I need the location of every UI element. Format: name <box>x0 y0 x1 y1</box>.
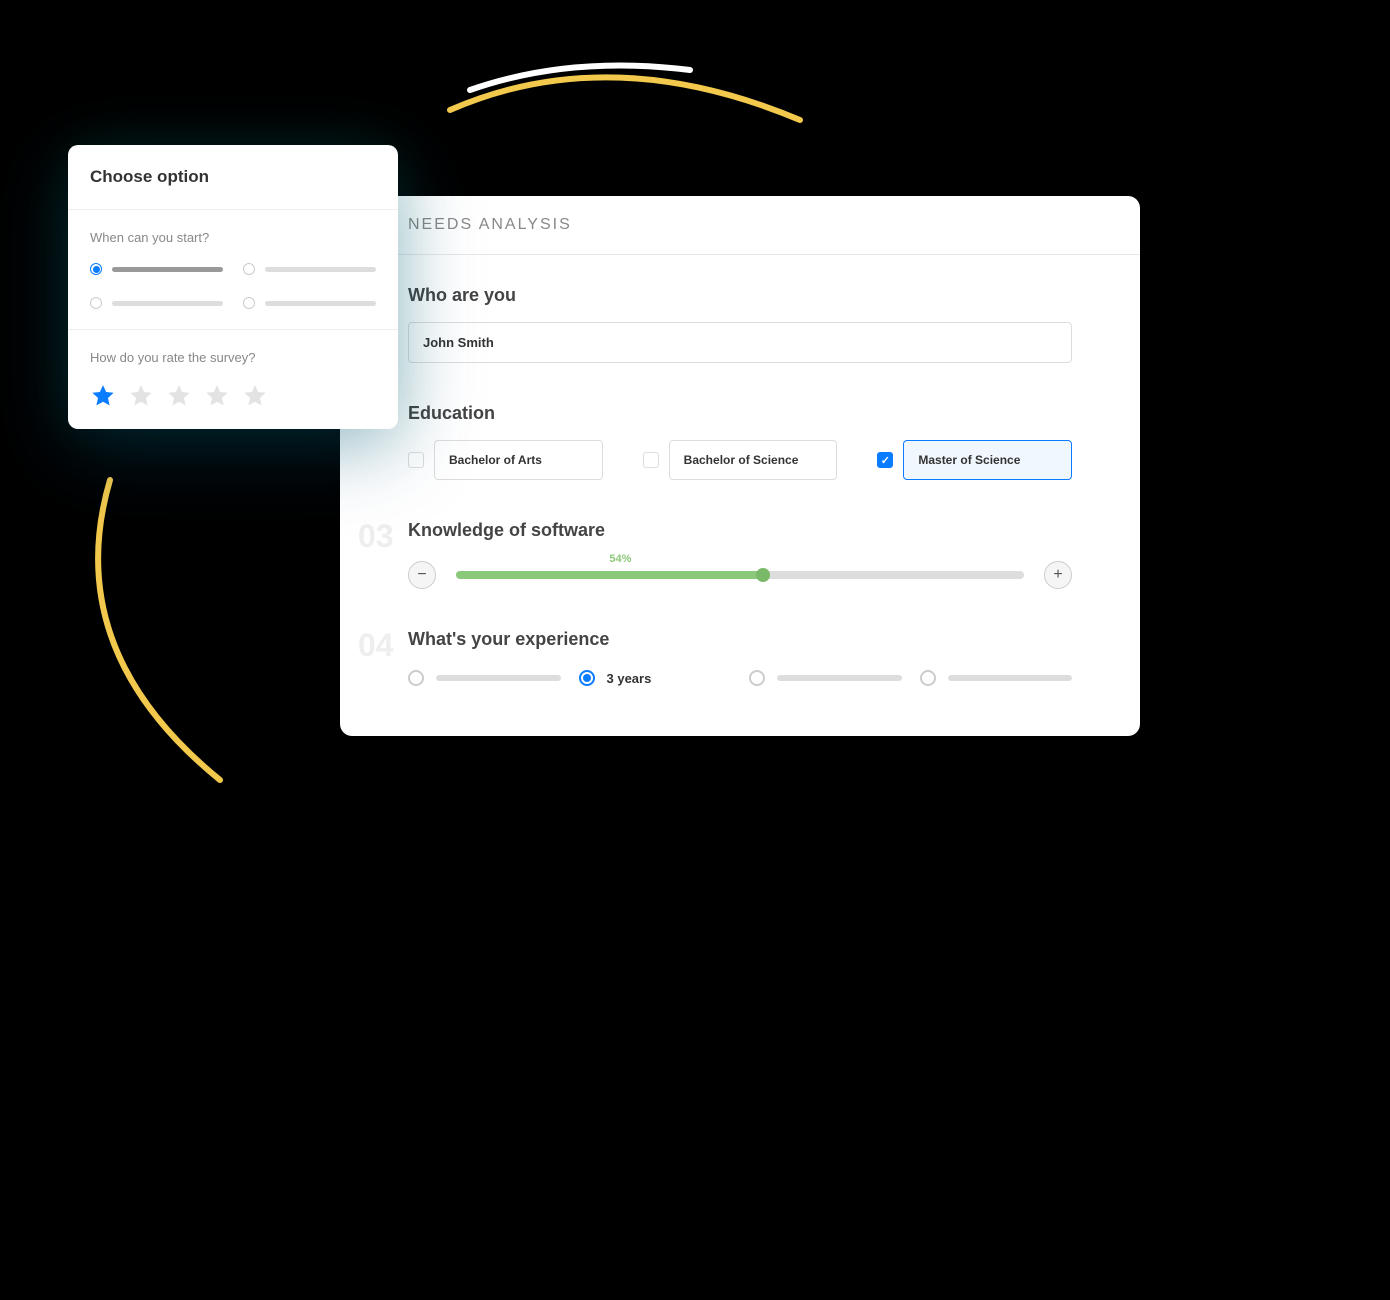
checkbox-icon <box>643 452 659 468</box>
radio-icon <box>408 670 424 686</box>
experience-label: 3 years <box>607 671 652 686</box>
section-title-who: Who are you <box>408 285 1072 306</box>
checkbox-icon <box>408 452 424 468</box>
education-label: Bachelor of Science <box>669 440 838 480</box>
placeholder-bar <box>112 301 223 306</box>
section-number: 03 <box>358 518 394 555</box>
radio-icon <box>243 297 255 309</box>
radio-icon <box>579 670 595 686</box>
checkbox-icon <box>877 452 893 468</box>
experience-option[interactable] <box>920 670 1073 686</box>
section-title-education: Education <box>408 403 1072 424</box>
section-title-software: Knowledge of software <box>408 520 1072 541</box>
slider-fill <box>456 571 763 579</box>
card-question-rating: How do you rate the survey? <box>68 330 398 429</box>
slider-value-label: 54% <box>609 553 631 565</box>
star-icon[interactable] <box>204 383 230 409</box>
education-label: Master of Science <box>903 440 1072 480</box>
placeholder-bar <box>948 675 1073 681</box>
start-option[interactable] <box>90 297 223 309</box>
panel-header: NEEDS ANALYSIS <box>340 196 1140 255</box>
star-icon[interactable] <box>166 383 192 409</box>
star-icon[interactable] <box>242 383 268 409</box>
start-option[interactable] <box>243 297 376 309</box>
section-education: Education Bachelor of Arts Bachelor of S… <box>340 373 1140 490</box>
star-rating <box>90 383 376 409</box>
experience-option[interactable] <box>408 670 561 686</box>
radio-icon <box>749 670 765 686</box>
section-number: 04 <box>358 627 394 664</box>
section-who: Who are you John Smith <box>340 255 1140 373</box>
placeholder-bar <box>265 301 376 306</box>
question-text: How do you rate the survey? <box>90 350 376 365</box>
star-icon[interactable] <box>128 383 154 409</box>
section-title-experience: What's your experience <box>408 629 1072 650</box>
start-option[interactable] <box>90 263 223 275</box>
section-software: 03 Knowledge of software − 54% + <box>340 490 1140 599</box>
slider-track <box>456 571 1024 579</box>
experience-option[interactable] <box>749 670 902 686</box>
education-label: Bachelor of Arts <box>434 440 603 480</box>
radio-icon <box>243 263 255 275</box>
choose-option-card: Choose option When can you start? How do <box>68 145 398 429</box>
star-icon[interactable] <box>90 383 116 409</box>
slider[interactable]: 54% <box>456 571 1024 579</box>
placeholder-bar <box>436 675 561 681</box>
decorative-curve-left <box>80 470 260 790</box>
question-text: When can you start? <box>90 230 376 245</box>
placeholder-bar <box>777 675 902 681</box>
slider-increment-button[interactable]: + <box>1044 561 1072 589</box>
education-option[interactable]: Bachelor of Science <box>643 440 838 480</box>
name-input[interactable]: John Smith <box>408 322 1072 363</box>
needs-analysis-panel: NEEDS ANALYSIS Who are you John Smith Ed… <box>340 196 1140 736</box>
slider-decrement-button[interactable]: − <box>408 561 436 589</box>
education-option[interactable]: Bachelor of Arts <box>408 440 603 480</box>
radio-icon <box>90 297 102 309</box>
placeholder-bar <box>112 267 223 272</box>
experience-option[interactable]: 3 years <box>579 670 732 686</box>
decorative-curve-top <box>430 50 830 150</box>
start-option[interactable] <box>243 263 376 275</box>
radio-icon <box>920 670 936 686</box>
card-question-start: When can you start? <box>68 210 398 330</box>
section-experience: 04 What's your experience 3 years <box>340 599 1140 696</box>
education-option[interactable]: Master of Science <box>877 440 1072 480</box>
radio-icon <box>90 263 102 275</box>
slider-thumb[interactable] <box>756 568 770 582</box>
placeholder-bar <box>265 267 376 272</box>
card-title: Choose option <box>68 145 398 210</box>
